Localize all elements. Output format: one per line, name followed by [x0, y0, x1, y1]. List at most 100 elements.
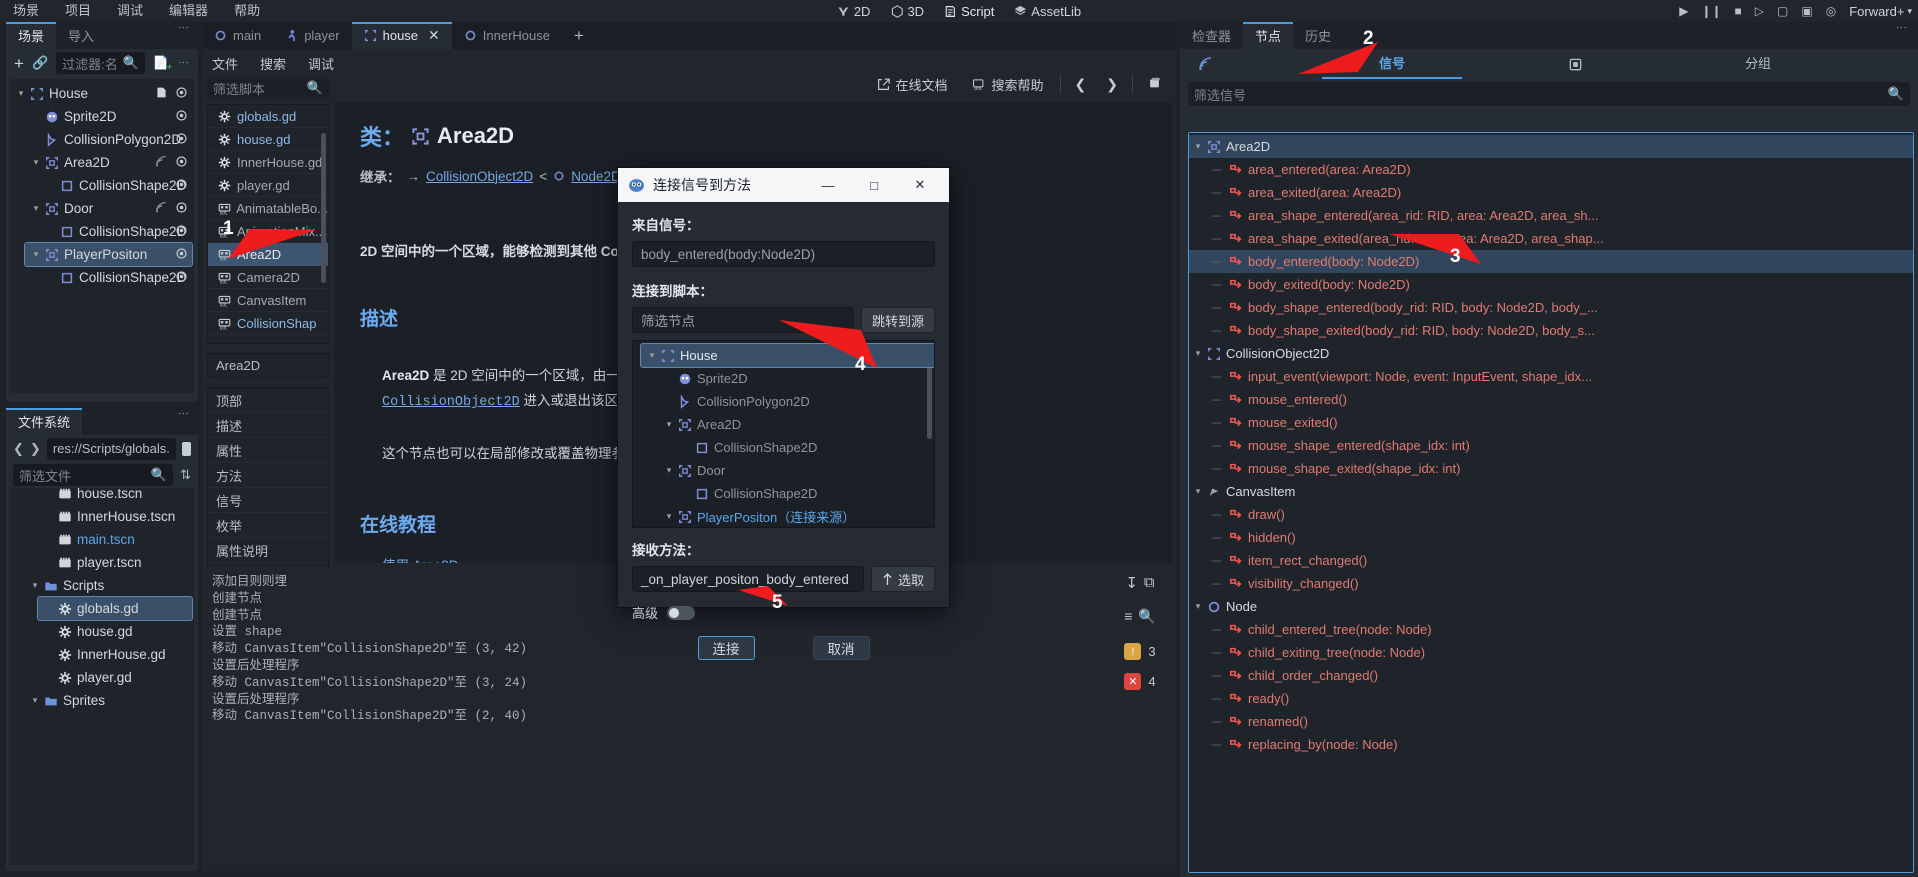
signal-row[interactable]: ─ area_entered(area: Area2D) [1189, 158, 1913, 181]
tree-expander[interactable]: ▾ [28, 695, 42, 706]
outline-item[interactable]: 属性 [208, 438, 328, 463]
output-filter-icon[interactable]: ≡ [1124, 608, 1132, 625]
inherit-link-collisionobject2d[interactable]: CollisionObject2D [426, 169, 533, 184]
stop-icon[interactable]: ■ [1735, 4, 1742, 18]
history-forward-icon[interactable]: ❯ [1096, 76, 1128, 93]
desc-link-collisionobject2d[interactable]: CollisionObject2D [382, 395, 520, 410]
visibility-toggle-icon[interactable] [175, 155, 188, 171]
tab-scene[interactable]: 场景 [6, 22, 57, 49]
visibility-toggle-icon[interactable] [175, 178, 188, 194]
output-search-icon[interactable]: 🔍 [1138, 608, 1155, 625]
screen-tab-assetlib[interactable]: AssetLib [1014, 4, 1081, 19]
subtab-groups[interactable]: 分组 [1598, 49, 1918, 79]
signal-row[interactable]: ─ body_exited(body: Node2D) [1189, 273, 1913, 296]
tab-filesystem[interactable]: 文件系统 [6, 408, 83, 435]
tab-inspector[interactable]: 检查器 [1180, 22, 1243, 49]
script-list-item[interactable]: house.gd [208, 128, 328, 151]
script-list-item[interactable]: DOC AnimatableBo... [208, 197, 328, 220]
signal-row[interactable]: ─ item_rect_changed() [1189, 549, 1913, 572]
scene-tree-row[interactable]: CollisionShape2D [40, 266, 192, 289]
visibility-toggle-icon[interactable] [175, 224, 188, 240]
dialog-tree-row[interactable]: ▾ Area2D [658, 413, 934, 436]
pause-icon[interactable]: ❙❙ [1701, 4, 1721, 18]
menu-scene[interactable]: 场景 [0, 0, 52, 22]
filesystem-row[interactable]: player.tscn [38, 551, 192, 574]
signal-group-row[interactable]: ▾ CollisionObject2D [1189, 342, 1913, 365]
screen-tab-script[interactable]: Script [944, 4, 994, 19]
dialog-tree-row[interactable]: ▾ Door [658, 459, 934, 482]
close-tab-icon[interactable]: ✕ [428, 27, 440, 44]
dialog-tree-row[interactable]: ▾ PlayerPositon（连接来源） [658, 505, 934, 527]
screen-tab-2d[interactable]: 2D [837, 4, 870, 19]
menu-editor[interactable]: 编辑器 [156, 0, 221, 22]
signal-filter-input[interactable]: 筛选信号 🔍 [1188, 82, 1910, 106]
tree-expander[interactable]: ▾ [1191, 348, 1205, 359]
scene-tree-row[interactable]: Sprite2D [25, 105, 192, 128]
signal-connected-icon[interactable] [155, 155, 168, 171]
tree-expander[interactable]: ▾ [29, 203, 43, 214]
dialog-maximize-button[interactable]: □ [851, 168, 897, 202]
advanced-toggle[interactable] [667, 605, 696, 620]
editor-tab-innerhouse[interactable]: InnerHouse [452, 22, 562, 49]
pick-method-button[interactable]: 选取 [870, 566, 935, 592]
menu-project[interactable]: 项目 [52, 0, 104, 22]
outline-item[interactable]: 属性说明 [208, 538, 328, 563]
outline-item[interactable]: 信号 [208, 488, 328, 513]
signal-row[interactable]: ─ replacing_by(node: Node) [1189, 733, 1913, 756]
instantiate-scene-icon[interactable]: 🔗 [32, 55, 48, 71]
signal-row[interactable]: ─ child_entered_tree(node: Node) [1189, 618, 1913, 641]
scene-tree-row[interactable]: ▾ Area2D [25, 151, 192, 174]
script-filter-input[interactable]: 筛选脚本 🔍 [207, 77, 329, 99]
dialog-tree-row[interactable]: CollisionShape2D [675, 436, 934, 459]
signal-row[interactable]: ─ area_shape_exited(area_rid: RID, area: … [1189, 227, 1913, 250]
tree-expander[interactable]: ▾ [662, 419, 676, 430]
signal-row[interactable]: ─ mouse_entered() [1189, 388, 1913, 411]
dialog-tree-row[interactable]: Sprite2D [658, 367, 934, 390]
script-menu-file[interactable]: 文件 [212, 54, 238, 73]
scene-dock-menu-icon[interactable]: ⋮ [169, 22, 198, 49]
signal-group-row[interactable]: ▾ Area2D [1189, 135, 1913, 158]
script-list-item[interactable]: InnerHouse.gd [208, 151, 328, 174]
scene-tree-row[interactable]: ▾ Door [25, 197, 192, 220]
visibility-toggle-icon[interactable] [175, 201, 188, 217]
output-clear-icon[interactable]: ⧉ [1144, 574, 1155, 592]
visibility-toggle-icon[interactable] [175, 247, 188, 263]
tree-expander[interactable]: ▾ [1191, 141, 1205, 152]
script-list-item[interactable]: player.gd [208, 174, 328, 197]
script-list-item[interactable]: DOC CollisionShap [208, 312, 328, 335]
tree-expander[interactable]: ▾ [29, 157, 43, 168]
signal-row[interactable]: ─ area_exited(area: Area2D) [1189, 181, 1913, 204]
warning-badge-icon[interactable]: ! [1124, 643, 1142, 660]
outline-item[interactable]: 方法 [208, 463, 328, 488]
add-node-icon[interactable]: + [14, 55, 24, 72]
dialog-tree-row[interactable]: ▾ House [640, 343, 934, 368]
script-list-item[interactable]: DOC Camera2D [208, 266, 328, 289]
signal-row[interactable]: ─ mouse_shape_exited(shape_idx: int) [1189, 457, 1913, 480]
inspector-dock-menu-icon[interactable]: ⋮ [1885, 22, 1918, 49]
tree-expander[interactable]: ▾ [28, 580, 42, 591]
history-back-icon[interactable]: ❮ [1065, 76, 1097, 93]
dialog-close-button[interactable]: ✕ [897, 168, 943, 202]
filesystem-row[interactable]: globals.gd [37, 596, 193, 621]
signal-row[interactable]: ─ draw() [1189, 503, 1913, 526]
forward-icon[interactable]: ❯ [30, 441, 41, 457]
tree-expander[interactable]: ▾ [1191, 486, 1205, 497]
tab-import[interactable]: 导入 [56, 22, 106, 49]
signal-row[interactable]: ─ ready() [1189, 687, 1913, 710]
signal-connected-icon[interactable] [155, 201, 168, 217]
tab-history[interactable]: 历史 [1293, 22, 1343, 49]
script-list-item[interactable]: DOC Area2D [208, 243, 328, 266]
signal-row[interactable]: ─ hidden() [1189, 526, 1913, 549]
menu-debug[interactable]: 调试 [104, 0, 156, 22]
signal-row[interactable]: ─ body_shape_entered(body_rid: RID, body:… [1189, 296, 1913, 319]
tree-expander[interactable]: ▾ [29, 249, 43, 260]
scene-tree-row[interactable]: CollisionPolygon2D [25, 128, 192, 151]
editor-tab-player[interactable]: player [273, 22, 351, 49]
signal-row[interactable]: ─ area_shape_entered(area_rid: RID, area:… [1189, 204, 1913, 227]
editor-tab-main[interactable]: main [202, 22, 273, 49]
script-list-item[interactable]: DOC CanvasItem [208, 289, 328, 312]
scene-tree-row[interactable]: ▾ PlayerPositon [24, 242, 193, 267]
editor-tab-house[interactable]: house ✕ [351, 22, 452, 49]
connect-button[interactable]: 连接 [697, 636, 755, 660]
visibility-toggle-icon[interactable] [175, 86, 188, 102]
